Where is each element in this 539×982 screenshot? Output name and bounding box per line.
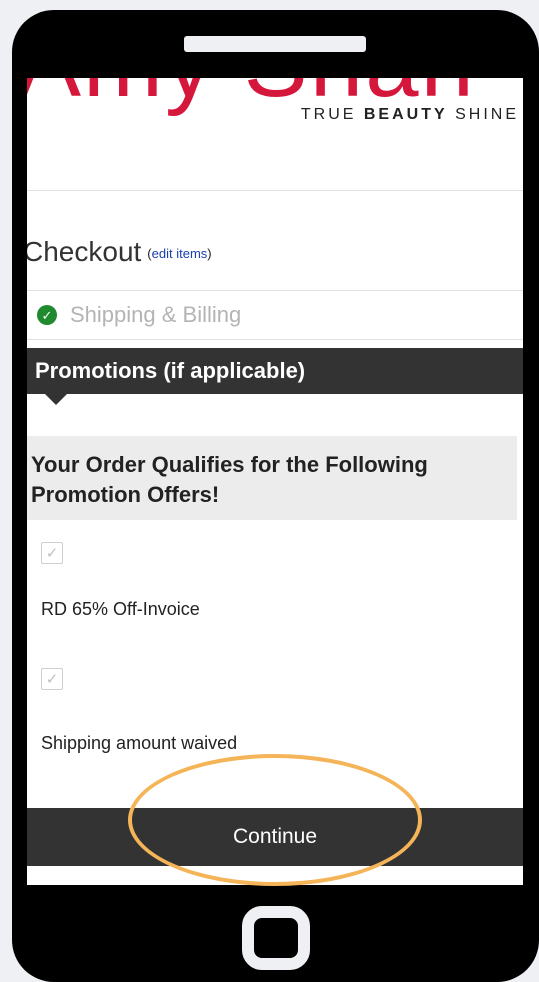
paren-close: ) bbox=[207, 246, 212, 262]
header-divider bbox=[27, 190, 523, 191]
offer-checkbox-1[interactable]: ✓ bbox=[41, 542, 63, 564]
tagline-part: TRUE bbox=[300, 106, 364, 123]
promotion-qualify-notice: Your Order Qualifies for the Following P… bbox=[27, 436, 517, 520]
step-promotions-header: Promotions (if applicable) bbox=[27, 348, 523, 394]
edit-items-link[interactable]: edit items bbox=[152, 246, 208, 261]
tagline-part: SHINE bbox=[447, 106, 519, 123]
screen: Amy Shah TRUE BEAUTY SHINE Checkout(edit… bbox=[27, 78, 523, 885]
brand-tagline: TRUE BEAUTY SHINE bbox=[301, 106, 519, 124]
edit-items-wrapper: (edit items) bbox=[147, 246, 211, 261]
continue-button[interactable]: Continue bbox=[27, 808, 523, 866]
offer-label-2: Shipping amount waived bbox=[41, 733, 238, 753]
step-shipping-label: Shipping & Billing bbox=[70, 302, 242, 327]
offer-label-1: RD 65% Off-Invoice bbox=[41, 599, 200, 619]
page-title: Checkout (edit items) bbox=[27, 236, 212, 268]
qualify-message: Your Order Qualifies for the Following P… bbox=[31, 452, 428, 507]
phone-speaker bbox=[184, 36, 366, 52]
step-shipping-billing[interactable]: ✓ Shipping & Billing bbox=[27, 290, 523, 340]
checkbox-checked-icon: ✓ bbox=[45, 670, 59, 688]
checkout-title-text: Checkout bbox=[27, 236, 142, 267]
checkbox-checked-icon: ✓ bbox=[45, 544, 59, 562]
continue-label: Continue bbox=[232, 825, 318, 848]
tagline-bold-part: BEAUTY bbox=[363, 106, 448, 123]
offer-checkbox-2[interactable]: ✓ bbox=[41, 668, 63, 690]
promotions-header-label: Promotions (if applicable) bbox=[35, 358, 306, 383]
check-circle-icon: ✓ bbox=[37, 305, 57, 325]
home-button[interactable] bbox=[242, 906, 310, 970]
active-step-arrow bbox=[45, 394, 67, 405]
